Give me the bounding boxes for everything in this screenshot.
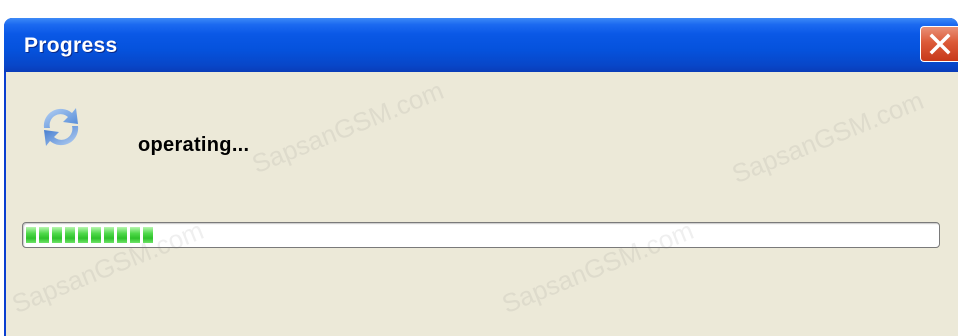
progress-bar [22, 222, 940, 248]
progress-segment [117, 227, 127, 243]
close-button[interactable] [920, 26, 958, 62]
title-bar[interactable]: Progress [4, 18, 958, 72]
progress-fill [26, 227, 153, 243]
progress-segment [130, 227, 140, 243]
progress-segment [39, 227, 49, 243]
progress-segment [65, 227, 75, 243]
progress-segment [78, 227, 88, 243]
progress-segment [26, 227, 36, 243]
progress-segment [104, 227, 114, 243]
refresh-icon [43, 108, 79, 146]
watermark: SapsanGSM.com [727, 84, 928, 190]
close-icon [929, 33, 951, 55]
status-text: operating... [138, 134, 250, 156]
progress-segment [91, 227, 101, 243]
progress-segment [52, 227, 62, 243]
progress-dialog: Progress operating... SapsanGSM.com Saps… [4, 18, 958, 336]
watermark: SapsanGSM.com [247, 74, 448, 180]
dialog-body: operating... SapsanGSM.com SapsanGSM.com… [6, 72, 958, 336]
progress-segment [143, 227, 153, 243]
window-title: Progress [24, 34, 118, 57]
